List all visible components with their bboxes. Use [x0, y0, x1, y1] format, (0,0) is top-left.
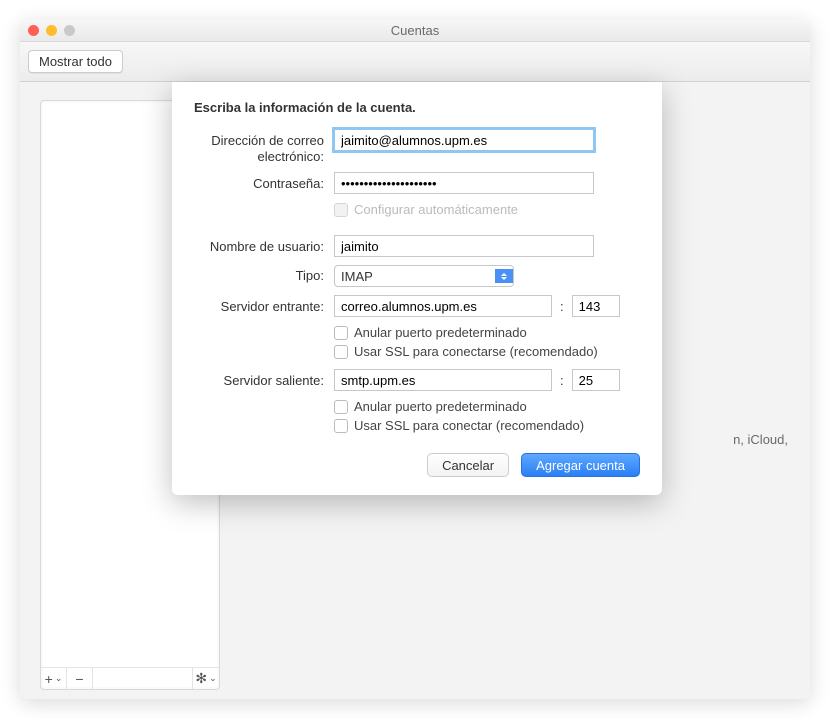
sheet-heading: Escriba la información de la cuenta.: [194, 100, 640, 115]
sidebar-footer: + ⌄ − ✻ ⌄: [41, 667, 219, 689]
incoming-override-port-checkbox[interactable]: [334, 326, 348, 340]
password-field[interactable]: [334, 172, 594, 194]
port-separator: :: [558, 373, 566, 388]
gear-icon: ✻: [195, 670, 207, 687]
account-setup-sheet: Escriba la información de la cuenta. Dir…: [172, 82, 662, 495]
sidebar-footer-spacer: [93, 668, 193, 689]
zoom-window-button[interactable]: [64, 25, 75, 36]
outgoing-server-field[interactable]: [334, 369, 552, 391]
chevron-down-icon: ⌄: [209, 673, 217, 684]
select-stepper-icon: [495, 269, 513, 283]
username-label: Nombre de usuario:: [194, 235, 324, 255]
outgoing-ssl-label: Usar SSL para conectar (recomendado): [354, 418, 584, 433]
cancel-button[interactable]: Cancelar: [427, 453, 509, 477]
window-toolbar: Mostrar todo: [20, 42, 810, 82]
account-type-value: IMAP: [341, 269, 373, 284]
password-label: Contraseña:: [194, 172, 324, 192]
incoming-server-label: Servidor entrante:: [194, 295, 324, 315]
outgoing-server-label: Servidor saliente:: [194, 369, 324, 389]
background-provider-text: n, iCloud,: [733, 432, 788, 447]
window-titlebar: Cuentas: [20, 20, 810, 42]
preferences-window: Cuentas Mostrar todo + ⌄ − ✻ ⌄ n: [20, 20, 810, 699]
auto-configure-checkbox: [334, 203, 348, 217]
auto-configure-label: Configurar automáticamente: [354, 202, 518, 217]
username-field[interactable]: [334, 235, 594, 257]
outgoing-ssl-checkbox[interactable]: [334, 419, 348, 433]
chevron-down-icon: ⌄: [55, 673, 63, 684]
port-separator: :: [558, 299, 566, 314]
window-title: Cuentas: [391, 23, 439, 38]
traffic-lights: [28, 25, 75, 36]
type-label: Tipo:: [194, 265, 324, 284]
close-window-button[interactable]: [28, 25, 39, 36]
email-label: Dirección de correo electrónico:: [194, 129, 324, 164]
add-account-button[interactable]: Agregar cuenta: [521, 453, 640, 477]
account-actions-button[interactable]: ✻ ⌄: [193, 668, 219, 689]
incoming-port-field[interactable]: [572, 295, 620, 317]
minus-icon: −: [75, 671, 83, 687]
account-type-select[interactable]: IMAP: [334, 265, 514, 287]
incoming-server-field[interactable]: [334, 295, 552, 317]
add-account-button[interactable]: + ⌄: [41, 668, 67, 689]
remove-account-button[interactable]: −: [67, 668, 93, 689]
incoming-ssl-label: Usar SSL para conectarse (recomendado): [354, 344, 598, 359]
minimize-window-button[interactable]: [46, 25, 57, 36]
plus-icon: +: [45, 671, 53, 687]
outgoing-port-field[interactable]: [572, 369, 620, 391]
incoming-ssl-checkbox[interactable]: [334, 345, 348, 359]
outgoing-override-port-label: Anular puerto predeterminado: [354, 399, 527, 414]
incoming-override-port-label: Anular puerto predeterminado: [354, 325, 527, 340]
show-all-button[interactable]: Mostrar todo: [28, 50, 123, 73]
email-field[interactable]: [334, 129, 594, 151]
outgoing-override-port-checkbox[interactable]: [334, 400, 348, 414]
